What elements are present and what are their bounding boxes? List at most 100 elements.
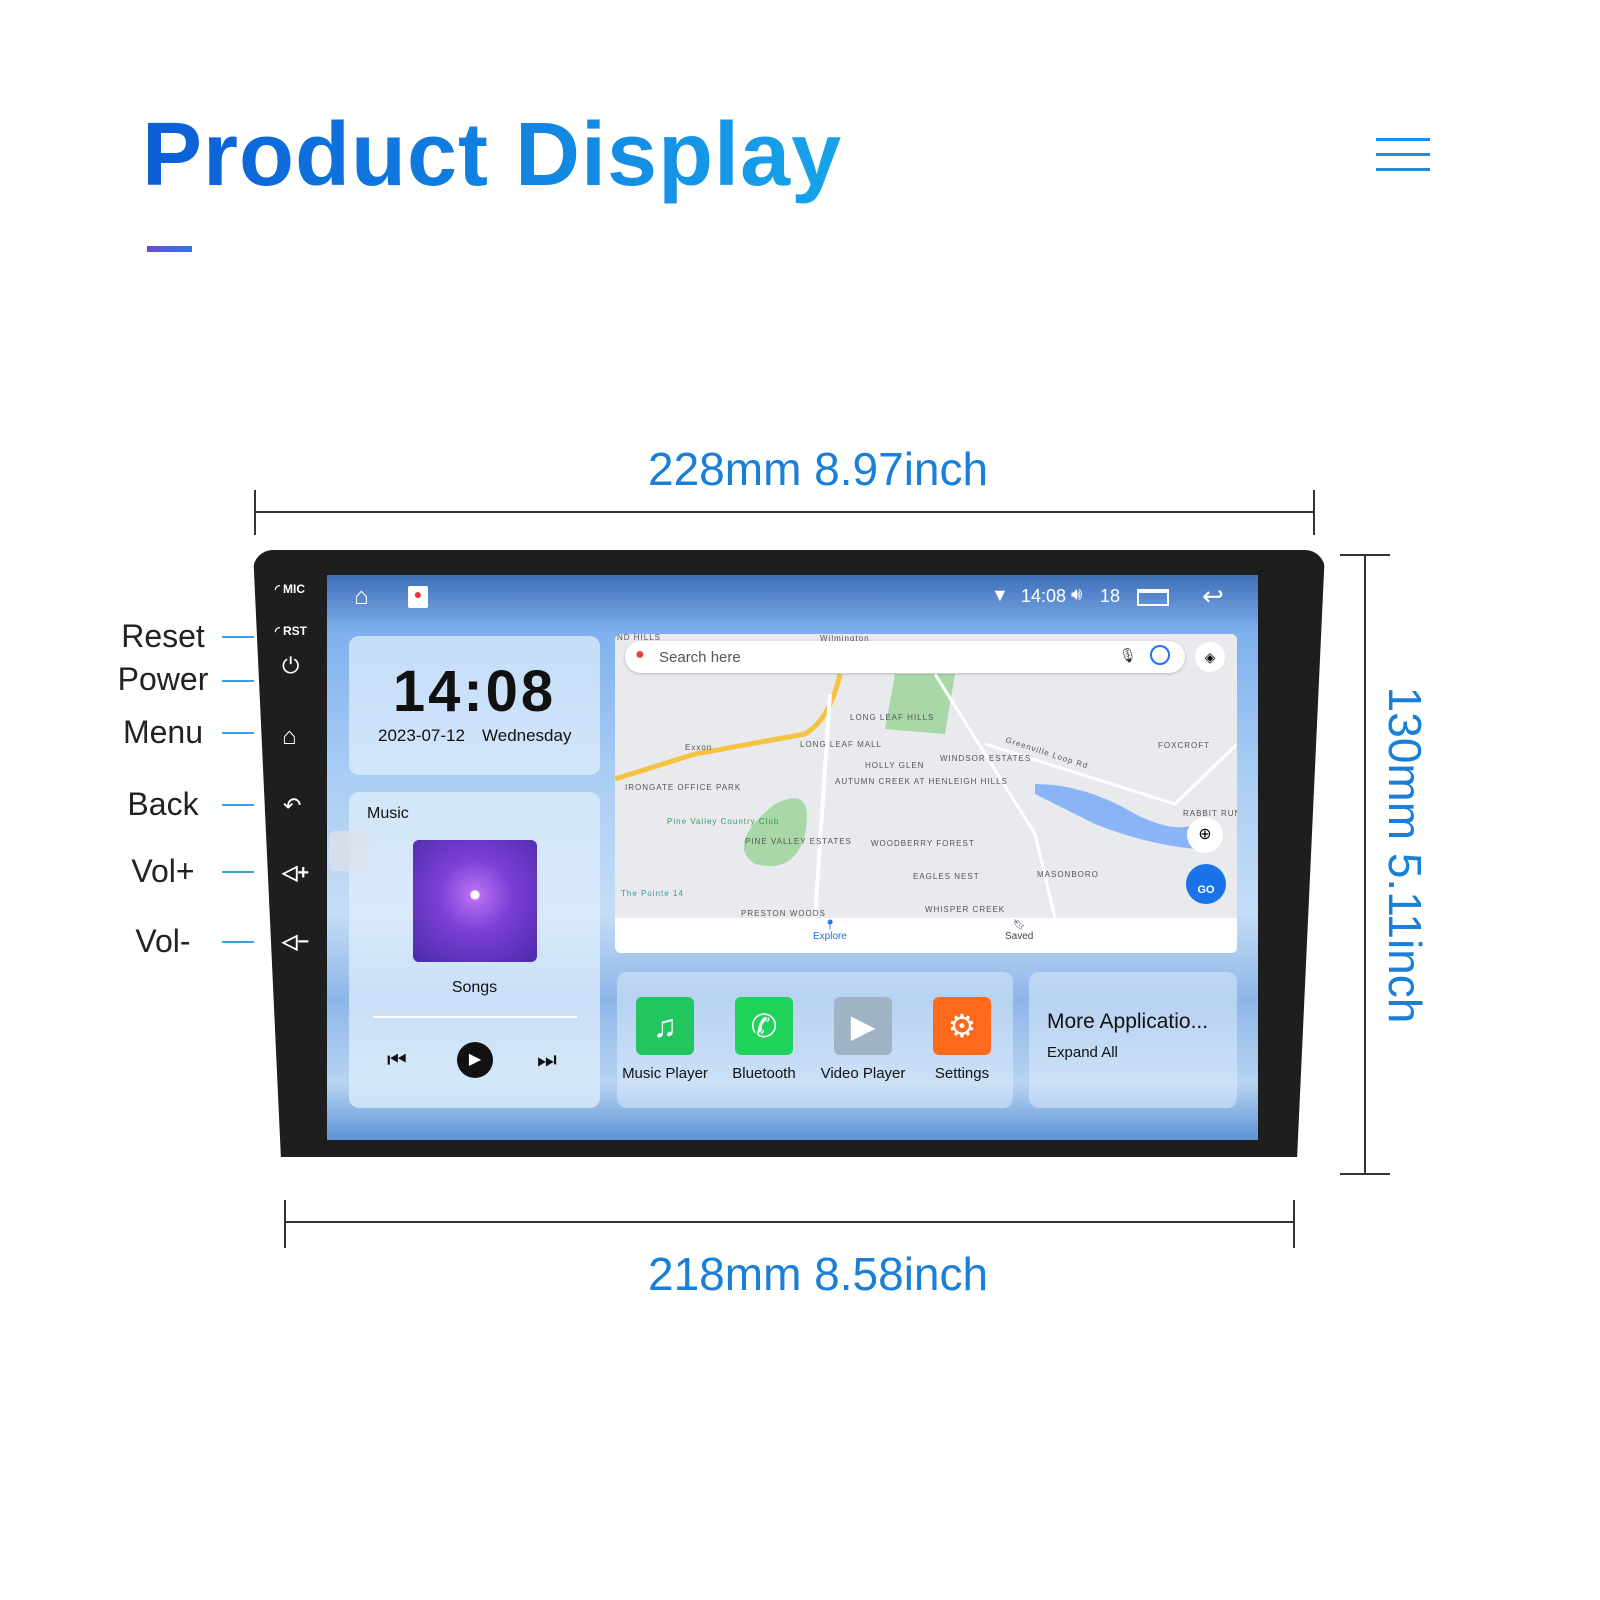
next-icon[interactable]: ⏭ xyxy=(537,1047,557,1073)
home-icon[interactable]: ⌂ xyxy=(282,723,297,751)
clock-widget[interactable]: 14:08 2023-07-12 Wednesday xyxy=(349,636,600,775)
map-label: Pine Valley Country Club xyxy=(667,817,779,826)
map-label: LONG LEAF HILLS xyxy=(850,713,934,722)
map-label: LONG LEAF MALL xyxy=(800,740,882,749)
label-vol-down: Vol- xyxy=(135,923,191,959)
map-label: IRONGATE OFFICE PARK xyxy=(625,783,741,792)
music-widget[interactable]: Music Songs ⏮ ▶ ⏭ xyxy=(349,792,600,1108)
go-label: GO xyxy=(1197,884,1215,896)
phone-icon: ✆ xyxy=(735,997,793,1055)
more-apps-title: More Applicatio... xyxy=(1047,1010,1209,1033)
label-leader xyxy=(222,941,254,943)
map-label: HOLLY GLEN xyxy=(865,761,925,770)
volume-up-icon[interactable]: ◁+ xyxy=(282,860,309,885)
video-play-icon: ▶ xyxy=(834,997,892,1055)
album-art[interactable] xyxy=(413,840,537,962)
map-label: EAGLES NEST xyxy=(913,872,980,881)
app-label: Settings xyxy=(934,1065,990,1082)
page-title: Product Display xyxy=(142,100,842,210)
expand-all-link[interactable]: Expand All xyxy=(1047,1044,1118,1061)
map-label: PINE VALLEY ESTATES xyxy=(745,837,852,846)
app-label: Video Player xyxy=(820,1065,906,1082)
map-label: AUTUMN CREEK AT HENLEIGH HILLS xyxy=(835,777,1008,786)
previous-icon[interactable]: ⏮ xyxy=(387,1047,407,1073)
width-top-dimension: 228mm 8.97inch xyxy=(648,443,989,495)
head-unit-screen: ⌂ ● ▼ 14:08 🔊︎ 18 ↩ 14:08 2023-07-12 Wed… xyxy=(327,575,1258,1140)
dimension-tick xyxy=(1293,1200,1295,1248)
map-bottom-tabs: 📍︎ Explore 🔖︎ Saved xyxy=(615,918,1237,953)
dimension-tick xyxy=(254,490,256,535)
label-reset: Reset xyxy=(121,618,205,654)
map-search-input[interactable]: ● Search here 🎙︎ xyxy=(625,641,1185,673)
dimension-tick xyxy=(1313,490,1315,535)
label-vol-up: Vol+ xyxy=(131,853,195,889)
map-label: FOXCROFT xyxy=(1158,741,1210,750)
app-label: Bluetooth xyxy=(732,1065,796,1082)
dimension-tick xyxy=(1340,554,1390,556)
home-icon[interactable]: ⌂ xyxy=(354,583,369,611)
back-icon[interactable]: ↶ xyxy=(283,793,301,819)
dimension-line xyxy=(255,511,1315,513)
maps-app-icon[interactable]: ● xyxy=(408,586,428,608)
maps-pin-icon: ● xyxy=(635,646,645,663)
label-back: Back xyxy=(127,786,199,822)
map-label: The Pointe 14 xyxy=(621,889,684,898)
app-settings[interactable]: ⚙ Settings xyxy=(917,997,1007,1082)
explore-label: Explore xyxy=(813,931,847,942)
label-leader xyxy=(222,680,254,682)
power-icon[interactable]: ⏻ xyxy=(282,653,299,679)
account-icon[interactable] xyxy=(1150,645,1170,665)
label-menu: Menu xyxy=(122,714,204,750)
map-label: WOODBERRY FOREST xyxy=(871,839,975,848)
map-label: MASONBORO xyxy=(1037,870,1099,879)
volume-down-icon[interactable]: ◁− xyxy=(282,929,309,954)
reset-button[interactable]: ◜ RST xyxy=(275,624,307,638)
tab-saved[interactable]: 🔖︎ Saved xyxy=(1005,920,1033,942)
volume-icon[interactable]: 🔊︎ xyxy=(1071,584,1082,605)
label-leader xyxy=(222,732,254,734)
tab-explore[interactable]: 📍︎ Explore xyxy=(813,920,847,942)
mic-label: MIC xyxy=(282,582,305,596)
map-label: RABBIT RUN xyxy=(1183,809,1237,818)
width-bottom-dimension: 218mm 8.58inch xyxy=(648,1248,989,1300)
park-area xyxy=(885,674,955,734)
back-icon[interactable]: ↩ xyxy=(1202,581,1224,612)
map-label: WHISPER CREEK xyxy=(925,905,1005,914)
volume-level: 18 xyxy=(1100,586,1121,606)
progress-bar[interactable] xyxy=(373,1016,577,1018)
microphone-icon[interactable]: 🎙︎ xyxy=(1119,647,1137,664)
label-leader xyxy=(222,804,254,806)
floating-assist-button[interactable] xyxy=(329,831,369,871)
label-leader xyxy=(222,636,254,638)
height-dimension: 130mm 5.11inch xyxy=(1379,686,1431,1024)
label-leader xyxy=(222,871,254,873)
play-icon[interactable]: ▶ xyxy=(457,1042,493,1078)
clock-weekday: Wednesday xyxy=(482,726,572,745)
explore-pin-icon: 📍︎ xyxy=(823,920,837,931)
music-title: Music xyxy=(367,805,409,822)
gear-icon: ⚙ xyxy=(933,997,991,1055)
map-label: PRESTON WOODS xyxy=(741,909,826,918)
dimension-tick xyxy=(1340,1173,1390,1175)
search-placeholder: Search here xyxy=(659,649,741,666)
hamburger-icon[interactable] xyxy=(1376,138,1430,174)
map-canvas[interactable]: ND HILLS Wilmington Exxon LONG LEAF HILL… xyxy=(615,634,1237,918)
app-video-player[interactable]: ▶ Video Player xyxy=(818,997,908,1082)
app-bluetooth[interactable]: ✆ Bluetooth xyxy=(719,997,809,1082)
my-location-icon[interactable]: ⊕ xyxy=(1187,817,1223,853)
song-title: Songs xyxy=(451,979,498,996)
label-power: Power xyxy=(117,661,209,697)
app-label: Music Player xyxy=(622,1065,708,1082)
layers-icon[interactable]: ◈ xyxy=(1195,642,1225,672)
more-applications-card[interactable]: More Applicatio... Expand All xyxy=(1029,972,1237,1108)
map-widget[interactable]: ND HILLS Wilmington Exxon LONG LEAF HILL… xyxy=(615,634,1237,953)
clock-date: 2023-07-12 xyxy=(378,726,465,745)
go-button[interactable]: GO xyxy=(1186,864,1226,904)
clock-time: 14:08 xyxy=(392,659,557,724)
saved-label: Saved xyxy=(1005,931,1034,942)
dimension-tick xyxy=(284,1200,286,1248)
app-music-player[interactable]: ♫ Music Player xyxy=(620,997,710,1082)
mic-hole: ◜ MIC xyxy=(275,582,305,596)
recent-apps-icon[interactable] xyxy=(1137,589,1169,606)
map-label: WINDSOR ESTATES xyxy=(940,754,1031,763)
